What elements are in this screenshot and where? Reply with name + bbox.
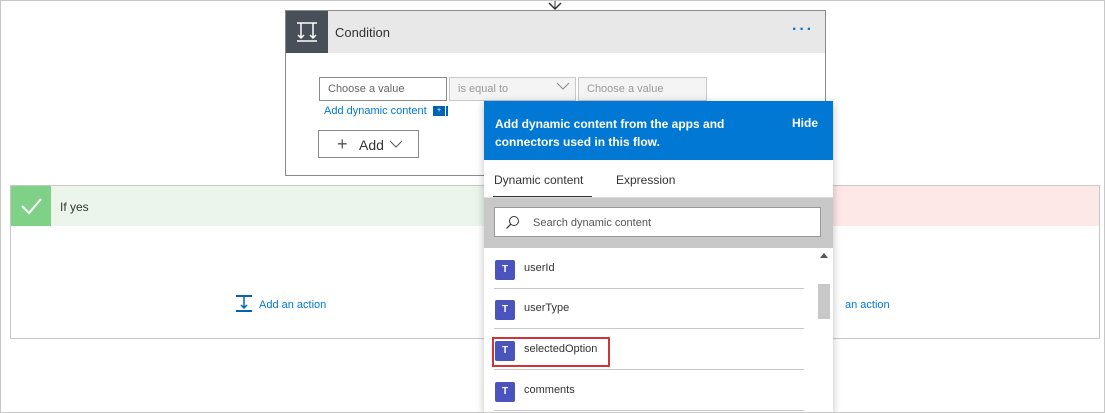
panel-pointer [470,107,484,123]
plus-icon: + [337,134,348,154]
if-yes-label: If yes [60,200,89,214]
highlight-box [492,337,610,367]
search-input[interactable]: Search dynamic content [494,207,821,237]
flow-designer-canvas: If yes Add an action an action Condition… [0,0,1105,413]
add-dynamic-content-link[interactable]: Add dynamic content [324,105,427,117]
scrollbar[interactable] [816,249,833,412]
list-item[interactable]: T comments [484,371,816,411]
scroll-up-icon[interactable] [820,253,828,258]
yes-add-action-link[interactable]: Add an action [259,299,326,311]
list-item[interactable]: T userId [484,249,816,289]
if-yes-header[interactable]: If yes [11,186,517,226]
search-area: Search dynamic content [484,198,833,248]
search-icon [506,216,519,229]
condition-title: Condition [335,25,390,40]
teams-icon: T [495,300,515,320]
add-button-label: Add [359,137,384,153]
no-add-action-link[interactable]: an action [845,299,890,311]
list-item-label: userId [524,262,555,274]
condition-header[interactable]: Condition ··· [286,11,825,53]
teams-icon: T [495,260,515,280]
dynamic-content-bar [446,106,448,116]
hide-button[interactable]: Hide [792,116,818,130]
add-action-icon [236,295,252,312]
divider [494,328,804,329]
panel-description: Add dynamic content from the apps and co… [495,117,725,149]
value-left-input[interactable]: Choose a value [319,77,447,101]
tab-dynamic-content[interactable]: Dynamic content [494,173,583,187]
chevron-down-icon [556,82,570,90]
value-right-input[interactable]: Choose a value [578,77,707,101]
list-item-label: comments [524,384,575,396]
teams-icon: T [495,382,515,402]
dynamic-content-icon[interactable]: + [433,106,445,116]
divider [494,410,804,411]
tab-expression[interactable]: Expression [616,173,675,187]
list-item[interactable]: T userType [484,289,816,329]
scrollbar-thumb[interactable] [818,284,830,319]
search-placeholder: Search dynamic content [533,217,652,229]
condition-icon [286,11,328,53]
more-options-icon[interactable]: ··· [792,21,814,39]
check-icon [11,186,51,226]
divider [494,369,804,370]
add-button[interactable]: + Add [318,130,419,158]
panel-header: Add dynamic content from the apps and co… [484,101,833,160]
chevron-down-icon [389,140,403,148]
list-item-label: userType [524,302,570,314]
if-no-header[interactable] [831,186,1099,226]
